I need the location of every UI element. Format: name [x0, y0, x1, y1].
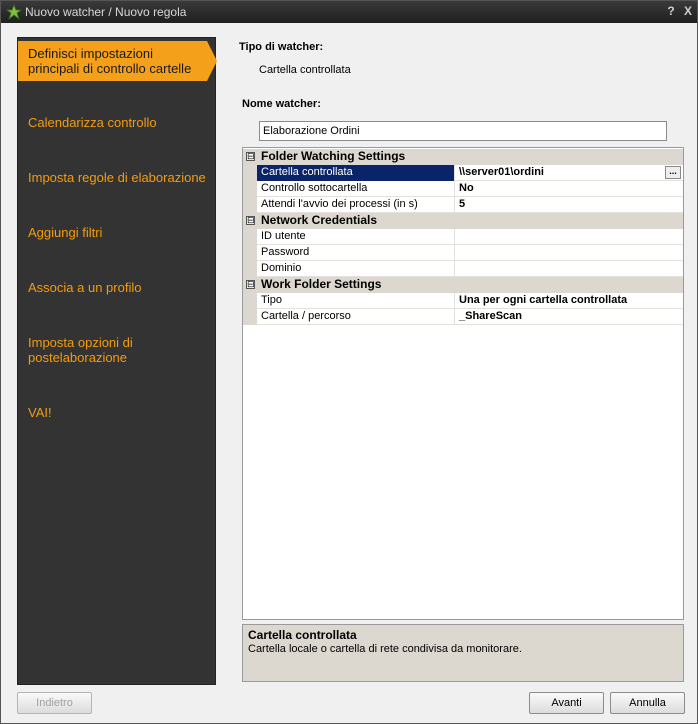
property-row[interactable]: Password [243, 245, 683, 261]
property-value[interactable]: No [456, 181, 683, 197]
property-value-input[interactable]: \\server01\ordini [456, 165, 683, 181]
property-row[interactable]: ID utente [243, 229, 683, 245]
collapse-icon[interactable]: ⊟ [246, 152, 255, 161]
property-value[interactable]: 5 [456, 197, 683, 213]
property-row[interactable]: Attendi l'avvio dei processi (in s) 5 [243, 197, 683, 213]
close-button[interactable]: X [681, 4, 695, 18]
property-value[interactable] [456, 245, 683, 261]
browse-folder-button[interactable]: ... [665, 166, 681, 179]
property-name[interactable]: Attendi l'avvio dei processi (in s) [257, 197, 455, 213]
property-row[interactable]: Dominio [243, 261, 683, 277]
property-name[interactable]: ID utente [257, 229, 455, 245]
step-processing-rules[interactable]: Imposta regole di elaborazione [18, 170, 217, 185]
app-logo-icon [6, 4, 22, 20]
category-work-folder[interactable]: ⊟ Work Folder Settings [243, 277, 683, 293]
step-schedule[interactable]: Calendarizza controllo [18, 115, 217, 130]
property-name[interactable]: Password [257, 245, 455, 261]
watcher-name-label: Nome watcher: [242, 98, 321, 110]
category-folder-watching[interactable]: ⊟ Folder Watching Settings [243, 149, 683, 165]
row-gutter [243, 165, 257, 181]
row-gutter [243, 181, 257, 197]
property-row[interactable]: Controllo sottocartella No [243, 181, 683, 197]
step-go[interactable]: VAI! [18, 405, 217, 420]
description-text: Cartella locale o cartella di rete condi… [248, 643, 522, 655]
window-title: Nuovo watcher / Nuovo regola [25, 5, 187, 19]
row-gutter [243, 229, 257, 245]
property-value[interactable] [456, 261, 683, 277]
category-network-credentials[interactable]: ⊟ Network Credentials [243, 213, 683, 229]
step-associate-profile[interactable]: Associa a un profilo [18, 280, 217, 295]
row-gutter [243, 245, 257, 261]
category-label: Work Folder Settings [261, 277, 382, 291]
next-button[interactable]: Avanti [529, 692, 604, 714]
collapse-icon[interactable]: ⊟ [246, 280, 255, 289]
property-row[interactable]: Cartella controllata \\server01\ordini .… [243, 165, 683, 181]
step-main-settings[interactable]: Definisci impostazioni principali di con… [18, 41, 217, 81]
back-button[interactable]: Indietro [17, 692, 92, 714]
help-button[interactable]: ? [664, 4, 678, 18]
property-name[interactable]: Controllo sottocartella [257, 181, 455, 197]
property-value[interactable]: _ShareScan [456, 309, 683, 325]
property-name[interactable]: Cartella / percorso [257, 309, 455, 325]
category-label: Network Credentials [261, 213, 378, 227]
property-row[interactable]: Cartella / percorso _ShareScan [243, 309, 683, 325]
property-name[interactable]: Cartella controllata [257, 165, 455, 181]
collapse-icon[interactable]: ⊟ [246, 216, 255, 225]
property-value[interactable]: Una per ogni cartella controllata [456, 293, 683, 309]
watcher-name-input[interactable] [259, 121, 667, 141]
step-add-filters[interactable]: Aggiungi filtri [18, 225, 217, 240]
property-row[interactable]: Tipo Una per ogni cartella controllata [243, 293, 683, 309]
step-postprocessing[interactable]: Imposta opzioni di postelaborazione [18, 335, 178, 365]
row-gutter [243, 293, 257, 309]
watcher-type-label: Tipo di watcher: [239, 41, 324, 53]
row-gutter [243, 309, 257, 325]
watcher-type-value: Cartella controllata [259, 64, 351, 76]
property-name[interactable]: Tipo [257, 293, 455, 309]
wizard-steps-sidebar: Definisci impostazioni principali di con… [17, 37, 217, 685]
property-description-panel: Cartella controllata Cartella locale o c… [242, 624, 684, 682]
row-gutter [243, 261, 257, 277]
category-label: Folder Watching Settings [261, 149, 406, 163]
description-title: Cartella controllata [248, 628, 357, 642]
title-bar: Nuovo watcher / Nuovo regola ? X [1, 1, 697, 23]
cancel-button[interactable]: Annulla [610, 692, 685, 714]
row-gutter [243, 197, 257, 213]
property-name[interactable]: Dominio [257, 261, 455, 277]
property-value[interactable] [456, 229, 683, 245]
dialog-window: Nuovo watcher / Nuovo regola ? X Definis… [0, 0, 698, 724]
property-grid: ⊟ Folder Watching Settings Cartella cont… [242, 147, 684, 620]
